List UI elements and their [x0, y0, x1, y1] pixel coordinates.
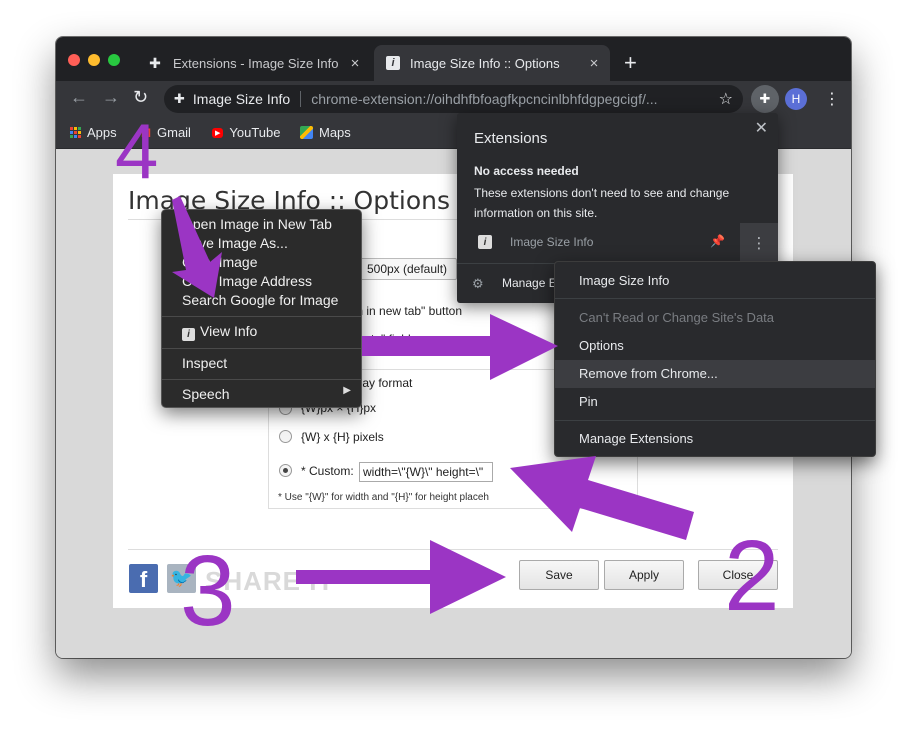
info-icon: i [478, 235, 492, 249]
image-context-menu: Open Image in New Tab Save Image As... C… [161, 209, 362, 408]
close-window-button[interactable] [68, 54, 80, 66]
extensions-button[interactable]: ✚ [751, 85, 779, 113]
bookmark-label: Gmail [157, 125, 191, 140]
new-tab-button[interactable]: + [624, 50, 637, 76]
menu-kebab-icon[interactable]: ⋮ [824, 89, 840, 109]
menu-item-open-image[interactable]: Open Image in New Tab [182, 216, 332, 232]
menu-item-copy-image[interactable]: Copy Image [182, 254, 257, 270]
extension-name: Image Size Info [510, 235, 594, 249]
share-text: SHARE IT [205, 566, 335, 596]
minimize-window-button[interactable] [88, 54, 100, 66]
bookmark-gmail[interactable]: M Gmail [141, 125, 191, 140]
format-label: * Custom: [301, 464, 354, 478]
youtube-icon: ▶ [212, 127, 224, 138]
menu-item-search-google[interactable]: Search Google for Image [182, 292, 338, 308]
puzzle-piece-icon: ✚ [174, 91, 185, 106]
toolbar: ← → ↻ ✚ Image Size Info chrome-extension… [56, 81, 851, 117]
menu-item-save-image[interactable]: Save Image As... [182, 235, 288, 251]
back-icon[interactable]: ← [70, 87, 88, 108]
bookmark-label: Apps [87, 125, 117, 140]
info-icon: i [386, 56, 400, 70]
gear-icon: ⚙ [472, 276, 484, 291]
apply-button[interactable]: Apply [604, 560, 684, 590]
apps-grid-icon [70, 127, 81, 138]
divider [128, 549, 778, 550]
menu-divider [162, 348, 361, 349]
info-icon: i [182, 328, 195, 341]
forward-icon[interactable]: → [102, 87, 120, 108]
popup-description: These extensions don't need to see and c… [474, 186, 730, 220]
tab-close-icon[interactable]: × [582, 55, 606, 72]
format-radio-pixels[interactable] [279, 430, 292, 443]
custom-format-input[interactable]: width=\"{W}\" height=\" [359, 462, 493, 482]
submenu-arrow-icon: ▶ [343, 385, 351, 396]
puzzle-piece-icon: ✚ [759, 91, 771, 106]
url-text[interactable]: chrome-extension://oihdhfbfoagfkpcncinlb… [311, 91, 708, 107]
bookmark-apps[interactable]: Apps [70, 125, 117, 140]
menu-item-label: View Info [200, 323, 258, 339]
facebook-icon[interactable]: f [129, 564, 158, 593]
puzzle-piece-icon: ✚ [149, 54, 161, 71]
twitter-icon[interactable]: 🐦 [167, 564, 196, 593]
close-button[interactable]: Close [698, 560, 778, 590]
menu-item-extension-name[interactable]: Image Size Info [579, 273, 669, 288]
more-actions-icon[interactable]: ⋮ [740, 223, 778, 263]
bookmark-maps[interactable]: Maps [300, 125, 351, 140]
close-icon[interactable]: ✕ [755, 118, 768, 138]
menu-divider [555, 298, 875, 299]
bookmark-label: Maps [319, 125, 351, 140]
tab-label: Image Size Info :: Options [410, 55, 560, 71]
tab-label: Extensions - Image Size Info [173, 55, 339, 71]
title-bar: ✚ Extensions - Image Size Info × i Image… [56, 37, 851, 81]
tab-close-icon[interactable]: × [343, 55, 367, 72]
maps-icon [300, 126, 313, 139]
bookmark-label: YouTube [229, 125, 281, 140]
placeholder-note: * Use "{W}" for width and "{H}" for heig… [278, 492, 489, 503]
menu-item-inspect[interactable]: Inspect [182, 355, 227, 371]
address-bar[interactable]: ✚ Image Size Info chrome-extension://oih… [164, 85, 743, 113]
menu-item-speech[interactable]: Speech [182, 386, 229, 402]
menu-item-pin[interactable]: Pin [579, 394, 598, 409]
format-label: {W} x {H} pixels [301, 430, 384, 444]
menu-item-manage-extensions[interactable]: Manage Extensions [579, 431, 693, 446]
menu-item-options[interactable]: Options [579, 338, 624, 353]
menu-item-site-data: Can't Read or Change Site's Data [579, 310, 775, 325]
divider [300, 91, 302, 107]
menu-item-remove[interactable]: Remove from Chrome... [579, 366, 718, 381]
menu-divider [555, 420, 875, 421]
size-select[interactable]: 500px (default) [357, 258, 457, 280]
menu-divider [162, 316, 361, 317]
popup-subtitle: No access needed [474, 164, 579, 178]
gmail-icon: M [141, 125, 151, 140]
menu-item-view-info[interactable]: i View Info [182, 323, 257, 341]
extension-action-menu: Image Size Info Can't Read or Change Sit… [554, 261, 876, 457]
site-name: Image Size Info [192, 91, 291, 107]
pin-icon[interactable]: 📌 [710, 234, 725, 248]
manage-extensions-label: Manage E [502, 276, 557, 290]
save-button[interactable]: Save [519, 560, 599, 590]
menu-divider [162, 379, 361, 380]
bookmark-youtube[interactable]: ▶ YouTube [212, 125, 280, 140]
extension-row[interactable]: i Image Size Info 📌 ⋮ [457, 223, 778, 263]
tab-options[interactable]: i Image Size Info :: Options × [374, 45, 610, 81]
popup-title: Extensions [474, 130, 548, 147]
menu-item-copy-image-address[interactable]: Copy Image Address [182, 273, 312, 289]
tab-extensions[interactable]: ✚ Extensions - Image Size Info × [135, 45, 371, 81]
format-radio-custom[interactable] [279, 464, 292, 477]
star-icon[interactable]: ☆ [719, 89, 733, 109]
zoom-window-button[interactable] [108, 54, 120, 66]
reload-icon[interactable]: ↻ [133, 87, 148, 108]
avatar[interactable]: H [785, 88, 807, 110]
option-field-label: te" field [371, 332, 411, 346]
